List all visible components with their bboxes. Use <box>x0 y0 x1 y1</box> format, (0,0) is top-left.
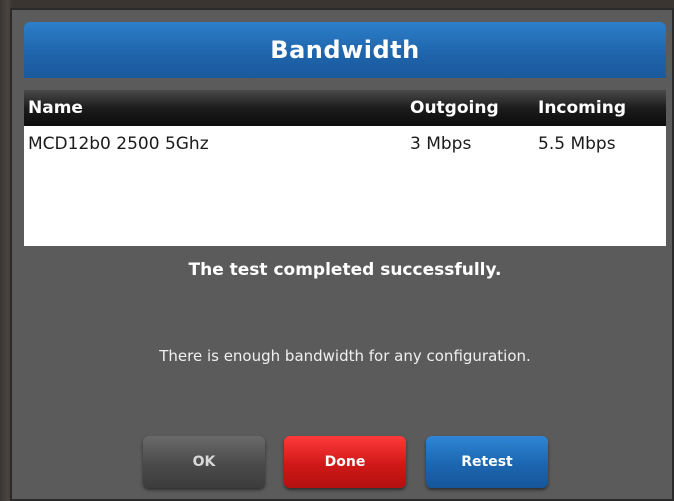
table-row[interactable]: MCD12b0 2500 5Ghz 3 Mbps 5.5 Mbps <box>24 126 666 162</box>
dialog-title-bar: Bandwidth <box>24 22 666 78</box>
bandwidth-table: Name Outgoing Incoming MCD12b0 2500 5Ghz… <box>24 90 666 246</box>
column-header-name[interactable]: Name <box>28 98 83 118</box>
column-header-outgoing[interactable]: Outgoing <box>410 98 499 118</box>
cell-outgoing: 3 Mbps <box>410 134 472 154</box>
retest-button[interactable]: Retest <box>426 436 548 488</box>
bandwidth-dialog: Bandwidth Name Outgoing Incoming MCD12b0… <box>10 8 674 501</box>
dialog-title: Bandwidth <box>270 36 420 64</box>
detail-message: There is enough bandwidth for any config… <box>159 347 531 365</box>
ok-button[interactable]: OK <box>143 436 265 488</box>
table-header: Name Outgoing Incoming <box>24 90 666 126</box>
done-button[interactable]: Done <box>284 436 406 488</box>
cell-name: MCD12b0 2500 5Ghz <box>28 134 209 154</box>
cell-incoming: 5.5 Mbps <box>538 134 616 154</box>
column-header-incoming[interactable]: Incoming <box>538 98 626 118</box>
status-message: The test completed successfully. <box>188 260 502 280</box>
